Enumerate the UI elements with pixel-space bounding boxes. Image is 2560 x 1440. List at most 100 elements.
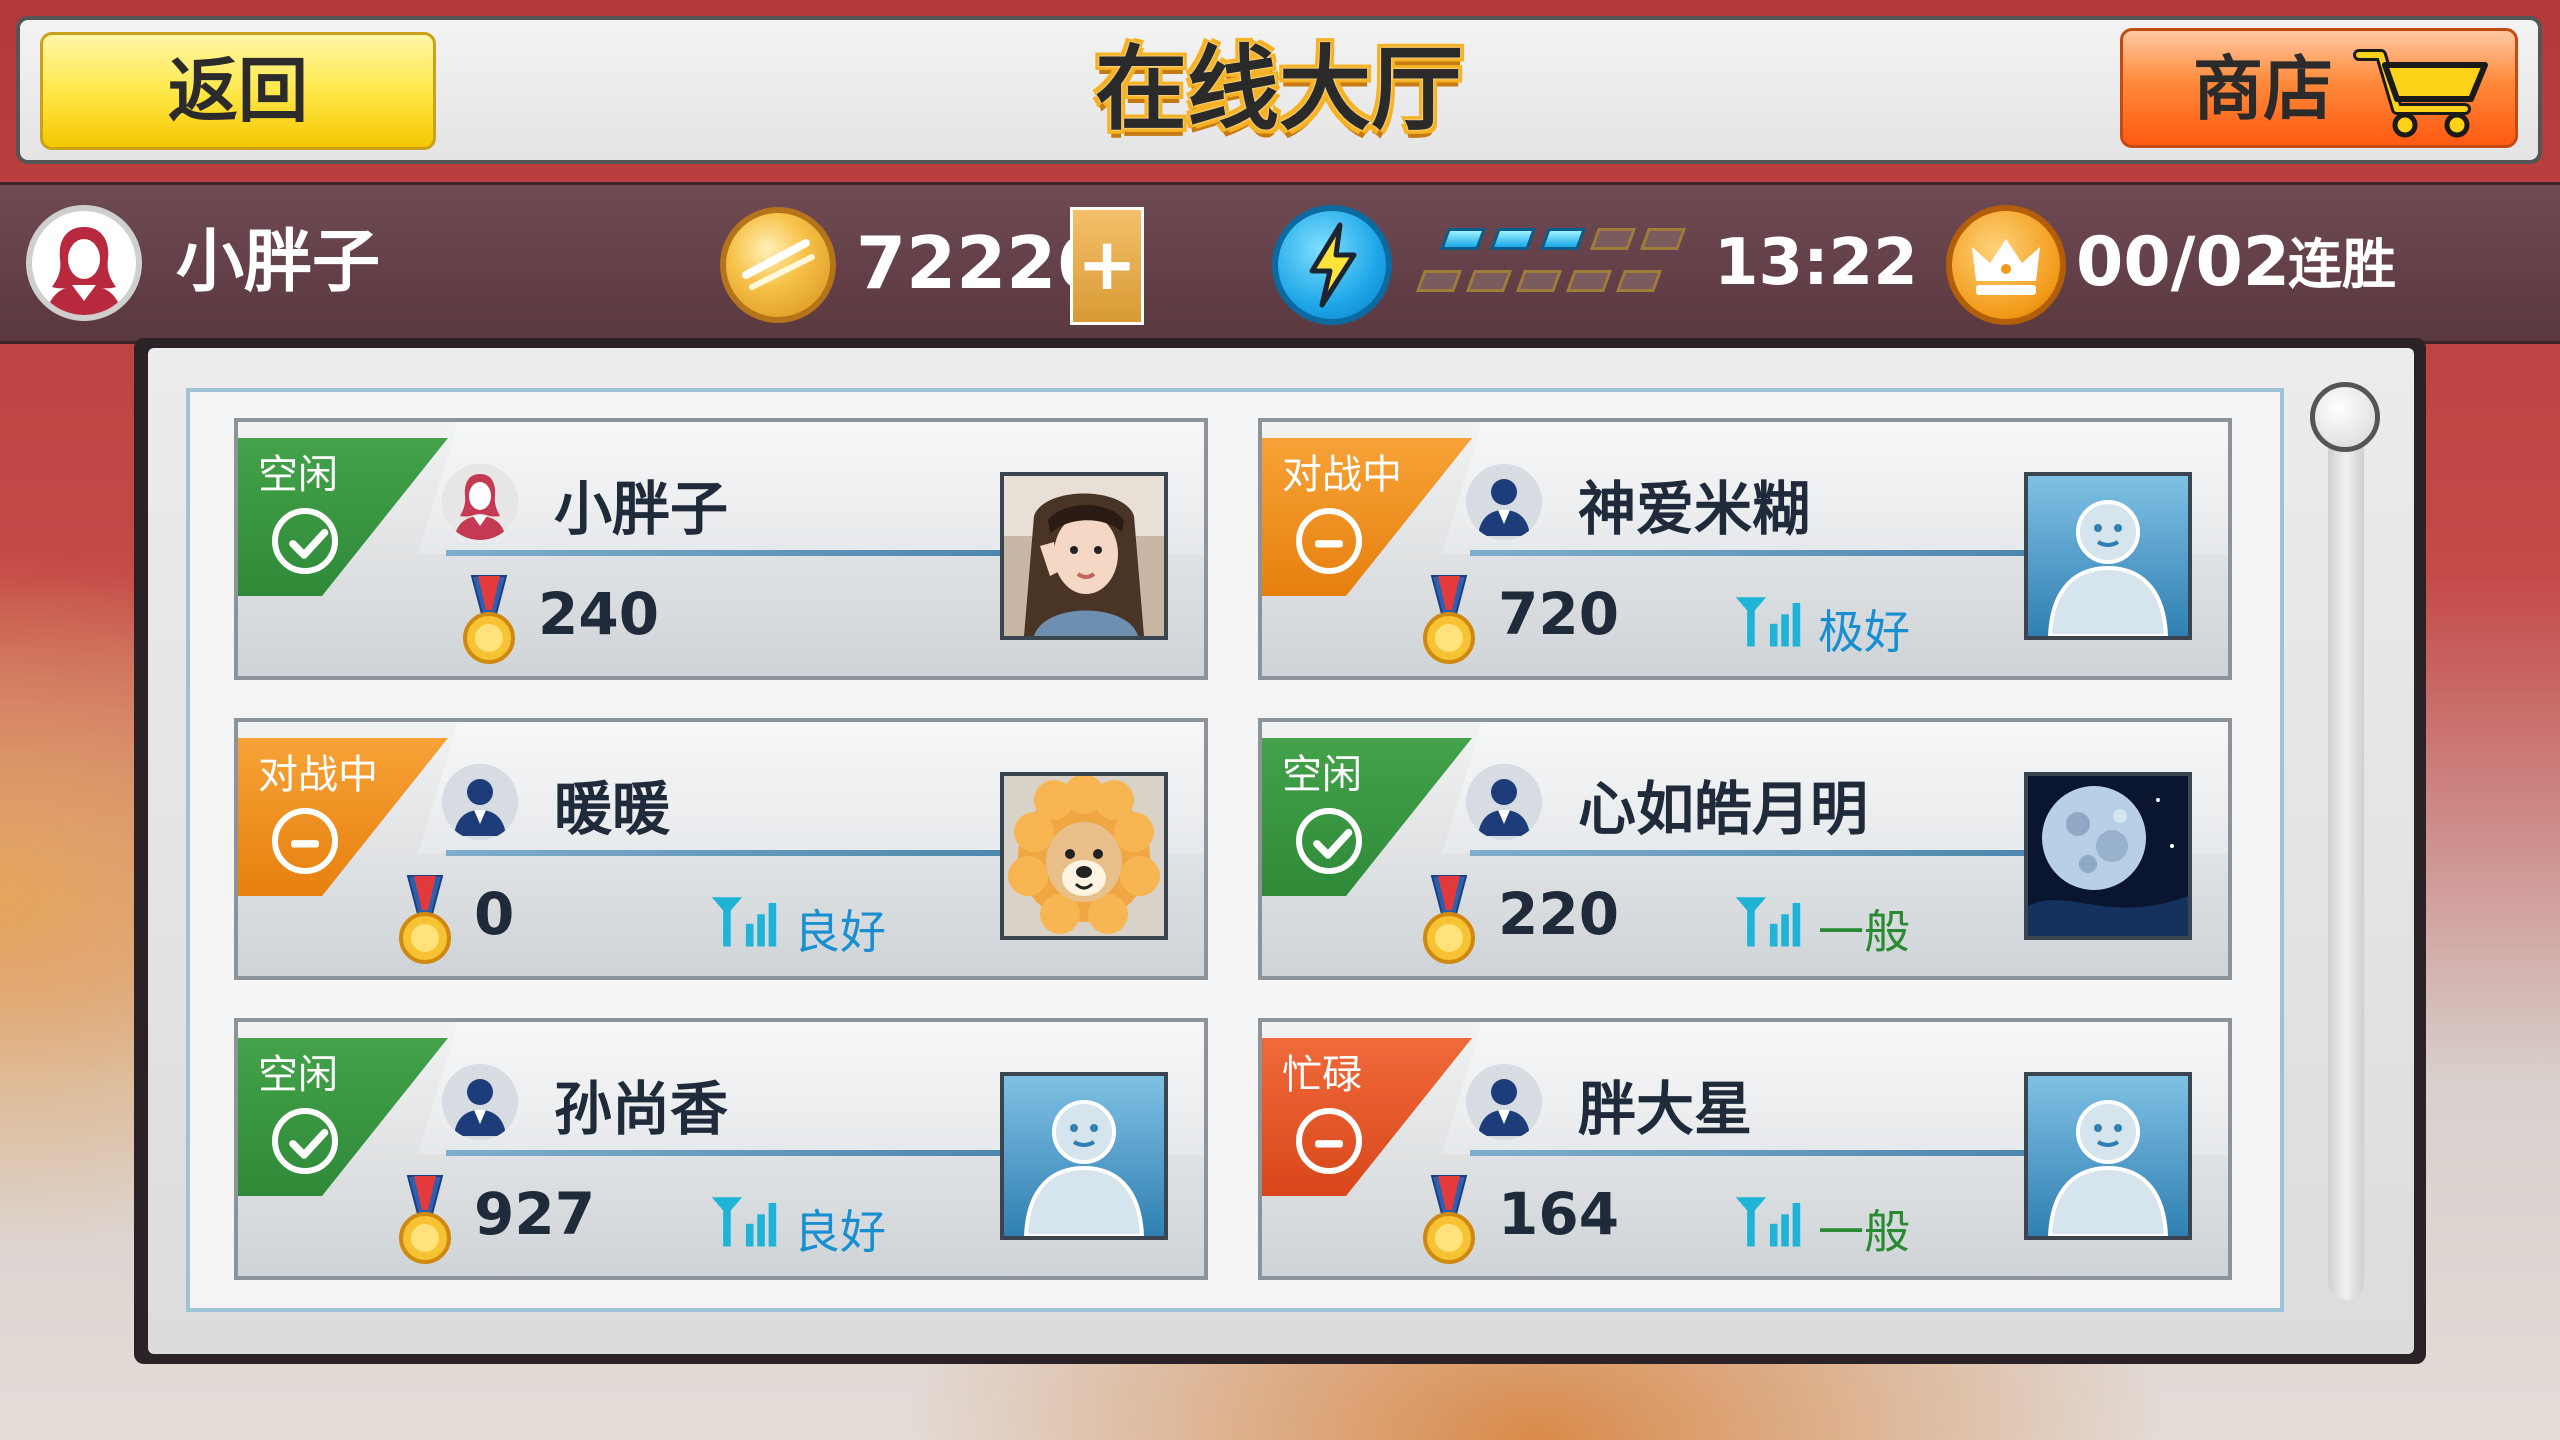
minus-icon [1315, 540, 1343, 548]
status-label: 空闲 [1282, 752, 1362, 798]
medal-icon [399, 875, 451, 964]
crown-icon [1946, 205, 2066, 325]
blue-user-icon [1466, 764, 1542, 840]
scrollbar-thumb[interactable] [2310, 382, 2380, 452]
photo-moon [2028, 776, 2188, 936]
photo-dog-lion [1004, 776, 1164, 936]
status-label: 对战中 [258, 752, 378, 798]
lightning-icon [1272, 205, 1392, 325]
connection-quality: 极好 [1818, 605, 1910, 659]
scrollbar-track[interactable] [2328, 420, 2364, 1300]
card-divider [446, 850, 1016, 856]
energy-segment [1615, 270, 1663, 292]
player-score: 927 [474, 1180, 596, 1248]
player-name: 神爱米糊 [1578, 475, 1811, 543]
check-icon [1313, 828, 1353, 859]
minus-circle-icon [1296, 508, 1362, 574]
energy-segment [1539, 228, 1587, 250]
energy-segment [1439, 228, 1487, 250]
minus-icon [1315, 1140, 1343, 1148]
status-bar: 小胖子 72226 + 13:22 00/02 连胜 [0, 182, 2560, 344]
card-divider [1470, 550, 2040, 556]
energy-segment [1415, 270, 1463, 292]
card-divider [446, 1150, 1016, 1156]
card-divider [446, 550, 1016, 556]
back-button[interactable]: 返回 [40, 32, 436, 150]
status-label: 空闲 [258, 1052, 338, 1098]
player-avatar-photo[interactable] [2024, 772, 2192, 940]
signal-strength-icon [711, 1197, 777, 1247]
shop-button[interactable]: 商店 [2120, 28, 2518, 148]
player-name: 小胖子 [176, 223, 381, 302]
player-avatar[interactable] [26, 205, 142, 321]
player-score: 720 [1498, 580, 1620, 648]
user-silhouette [442, 1064, 518, 1140]
player-card[interactable]: 空闲 小胖子 240 [234, 418, 1208, 680]
status-badge: 对战中 [238, 738, 448, 896]
check-circle-icon [272, 508, 338, 574]
user-silhouette [1466, 764, 1542, 840]
default-avatar [2028, 476, 2188, 636]
medal-icon [463, 575, 515, 664]
player-avatar-photo[interactable] [1000, 1072, 1168, 1240]
player-name: 胖大星 [1578, 1075, 1753, 1143]
player-card[interactable]: 忙碌 胖大星 164 一般 [1258, 1018, 2232, 1280]
card-divider [1470, 850, 2040, 856]
player-name: 暖暖 [554, 775, 671, 843]
player-avatar-photo[interactable] [1000, 472, 1168, 640]
player-avatar-photo[interactable] [2024, 1072, 2192, 1240]
medal-icon [1423, 575, 1475, 664]
signal-strength-icon [1735, 897, 1801, 947]
card-divider [1470, 1150, 2040, 1156]
check-icon [289, 528, 329, 559]
player-score: 0 [474, 880, 515, 948]
connection-quality: 良好 [794, 905, 886, 959]
coin-icon [720, 207, 836, 323]
minus-icon [291, 840, 319, 848]
shopping-cart-icon [2353, 49, 2488, 138]
minus-circle-icon [272, 808, 338, 874]
energy-segment [1565, 270, 1613, 292]
player-card[interactable]: 对战中 暖暖 0 良好 [234, 718, 1208, 980]
player-name: 小胖子 [554, 475, 729, 543]
status-badge: 空闲 [238, 1038, 448, 1196]
player-score: 240 [538, 580, 660, 648]
connection-quality: 良好 [794, 1205, 886, 1259]
player-avatar-photo[interactable] [2024, 472, 2192, 640]
medal-icon [1423, 1175, 1475, 1264]
energy-segment [1465, 270, 1513, 292]
status-badge: 忙碌 [1262, 1038, 1472, 1196]
status-label: 空闲 [258, 452, 338, 498]
player-card[interactable]: 空闲 心如皓月明 220 一般 [1258, 718, 2232, 980]
connection-quality: 一般 [1818, 1205, 1910, 1259]
player-name: 孙尚香 [554, 1075, 729, 1143]
energy-segment [1589, 228, 1637, 250]
energy-segment [1515, 270, 1563, 292]
coin-balance: 72226 [856, 221, 1107, 305]
win-streak-value: 00/02 [2076, 223, 2291, 302]
blue-user-icon [442, 764, 518, 840]
pink-female-user-icon [442, 464, 518, 540]
win-streak-label: 连胜 [2288, 233, 2396, 296]
check-circle-icon [1296, 808, 1362, 874]
user-silhouette [1466, 1064, 1542, 1140]
user-silhouette [1466, 464, 1542, 540]
player-score: 164 [1498, 1180, 1620, 1248]
blue-user-icon [1466, 1064, 1542, 1140]
signal-strength-icon [1735, 1197, 1801, 1247]
blue-user-icon [1466, 464, 1542, 540]
add-coins-button[interactable]: + [1070, 207, 1144, 325]
player-card[interactable]: 空闲 孙尚香 927 良好 [234, 1018, 1208, 1280]
minus-circle-icon [1296, 1108, 1362, 1174]
medal-icon [399, 1175, 451, 1264]
status-badge: 空闲 [238, 438, 448, 596]
photo-girl [1004, 476, 1164, 636]
shop-button-label: 商店 [2193, 48, 2333, 130]
top-bar: 返回 在线大厅 商店 [16, 16, 2542, 164]
user-silhouette [442, 464, 518, 540]
default-avatar [1004, 1076, 1164, 1236]
check-circle-icon [272, 1108, 338, 1174]
player-avatar-photo[interactable] [1000, 772, 1168, 940]
user-silhouette [442, 764, 518, 840]
player-card[interactable]: 对战中 神爱米糊 720 极好 [1258, 418, 2232, 680]
